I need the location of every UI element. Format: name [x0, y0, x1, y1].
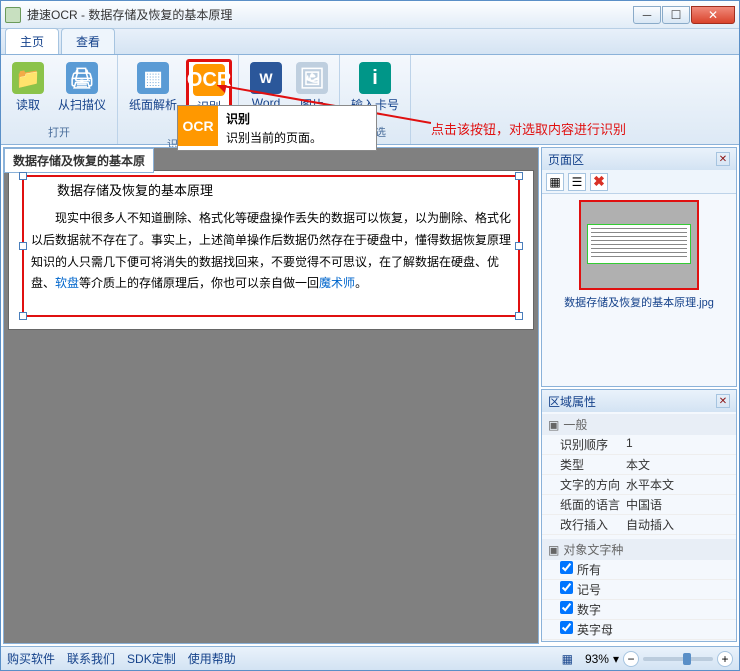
lang-checkbox[interactable] [560, 621, 573, 634]
sdk-link[interactable]: SDK定制 [127, 650, 176, 667]
thumb-view-button[interactable]: ▦ [546, 173, 564, 191]
lang-checkbox[interactable] [560, 581, 573, 594]
folder-icon: 📁 [12, 62, 44, 94]
list-view-button[interactable]: ☰ [568, 173, 586, 191]
zoom-dropdown[interactable]: ▾ [613, 652, 619, 666]
selection-handle[interactable] [19, 312, 27, 320]
prop-row: 识别顺序1 [542, 435, 736, 455]
app-icon [5, 7, 21, 23]
page-thumbnail[interactable] [579, 200, 699, 290]
props-list[interactable]: ▣ 一般 识别顺序1 类型本文 文字的方向水平本文 纸面的语言中国语 改行插入自… [542, 412, 736, 641]
zoom-value: 93% [585, 652, 609, 666]
ribbon: 📁 读取 🖨 从扫描仪 打开 ▦ 纸面解析 OCR 识别▾ [1, 55, 739, 145]
delete-page-button[interactable]: ✖ [590, 173, 608, 191]
lang-row: 英字母 [542, 620, 736, 640]
annotation-text: 点击该按钮，对选取内容进行识别 [431, 119, 626, 138]
selection-box[interactable] [22, 175, 520, 317]
view-mode-button[interactable]: ▦ [562, 652, 573, 666]
thumbnail-label: 数据存储及恢复的基本原理.jpg [564, 294, 714, 310]
tab-view[interactable]: 查看 [61, 28, 115, 54]
read-button[interactable]: 📁 读取 [7, 59, 49, 116]
prop-row: 文字的方向水平本文 [542, 475, 736, 495]
pages-panel-header: 页面区 ✕ [542, 148, 736, 170]
contact-link[interactable]: 联系我们 [67, 650, 115, 667]
tab-home[interactable]: 主页 [5, 28, 59, 54]
prop-row: 类型本文 [542, 455, 736, 475]
selection-handle[interactable] [19, 172, 27, 180]
ocr-tooltip: OCR 识别 识别当前的页面。 [177, 105, 377, 151]
zoom-out-button[interactable]: − [623, 651, 639, 667]
selection-handle[interactable] [19, 242, 27, 250]
pages-toolbar: ▦ ☰ ✖ [542, 170, 736, 194]
props-panel-close[interactable]: ✕ [716, 394, 730, 408]
props-panel-header: 区域属性 ✕ [542, 390, 736, 412]
pages-panel-close[interactable]: ✕ [716, 152, 730, 166]
buy-link[interactable]: 购买软件 [7, 650, 55, 667]
lang-checkbox[interactable] [560, 561, 573, 574]
help-link[interactable]: 使用帮助 [188, 650, 236, 667]
scanner-icon: 🖨 [66, 62, 98, 94]
lang-row: 所有 [542, 560, 736, 580]
ribbon-tabs: 主页 查看 [1, 29, 739, 55]
lang-checkbox[interactable] [560, 601, 573, 614]
document-tab[interactable]: 数据存储及恢复的基本原 [4, 148, 154, 173]
lang-row: 汉字(中国) [542, 640, 736, 641]
layout-icon: ▦ [137, 62, 169, 94]
zoom-slider-thumb[interactable] [683, 653, 691, 665]
selection-handle[interactable] [515, 242, 523, 250]
maximize-button[interactable]: ☐ [662, 6, 690, 24]
document-area[interactable]: 数据存储及恢复的基本原 数据存储及恢复的基本原理 现实中很多人不知道删除、格式化… [3, 147, 539, 644]
prop-row: 改行插入自动插入 [542, 515, 736, 535]
zoom-control: 93% ▾ − + [585, 651, 733, 667]
word-icon: W [250, 62, 282, 94]
prop-row: 纸面的语言中国语 [542, 495, 736, 515]
scanner-button[interactable]: 🖨 从扫描仪 [53, 59, 111, 116]
selection-handle[interactable] [515, 312, 523, 320]
zoom-slider[interactable] [643, 657, 713, 661]
selection-handle[interactable] [515, 172, 523, 180]
zoom-in-button[interactable]: + [717, 651, 733, 667]
ocr-tooltip-icon: OCR [178, 106, 218, 146]
lang-row: 记号 [542, 580, 736, 600]
close-button[interactable]: ✕ [691, 6, 735, 24]
props-langs-header[interactable]: ▣ 对象文字种 [542, 539, 736, 560]
statusbar: 购买软件 联系我们 SDK定制 使用帮助 ▦ 93% ▾ − + [1, 646, 739, 670]
ocr-icon: OCR [193, 64, 225, 96]
window-title: 捷速OCR - 数据存储及恢复的基本原理 [27, 6, 633, 23]
lang-row: 数字 [542, 600, 736, 620]
layout-button[interactable]: ▦ 纸面解析 [124, 59, 182, 116]
titlebar: 捷速OCR - 数据存储及恢复的基本原理 ─ ☐ ✕ [1, 1, 739, 29]
image-icon: 🖼 [296, 62, 328, 94]
props-general-header[interactable]: ▣ 一般 [542, 414, 736, 435]
minimize-button[interactable]: ─ [633, 6, 661, 24]
info-icon: i [359, 62, 391, 94]
